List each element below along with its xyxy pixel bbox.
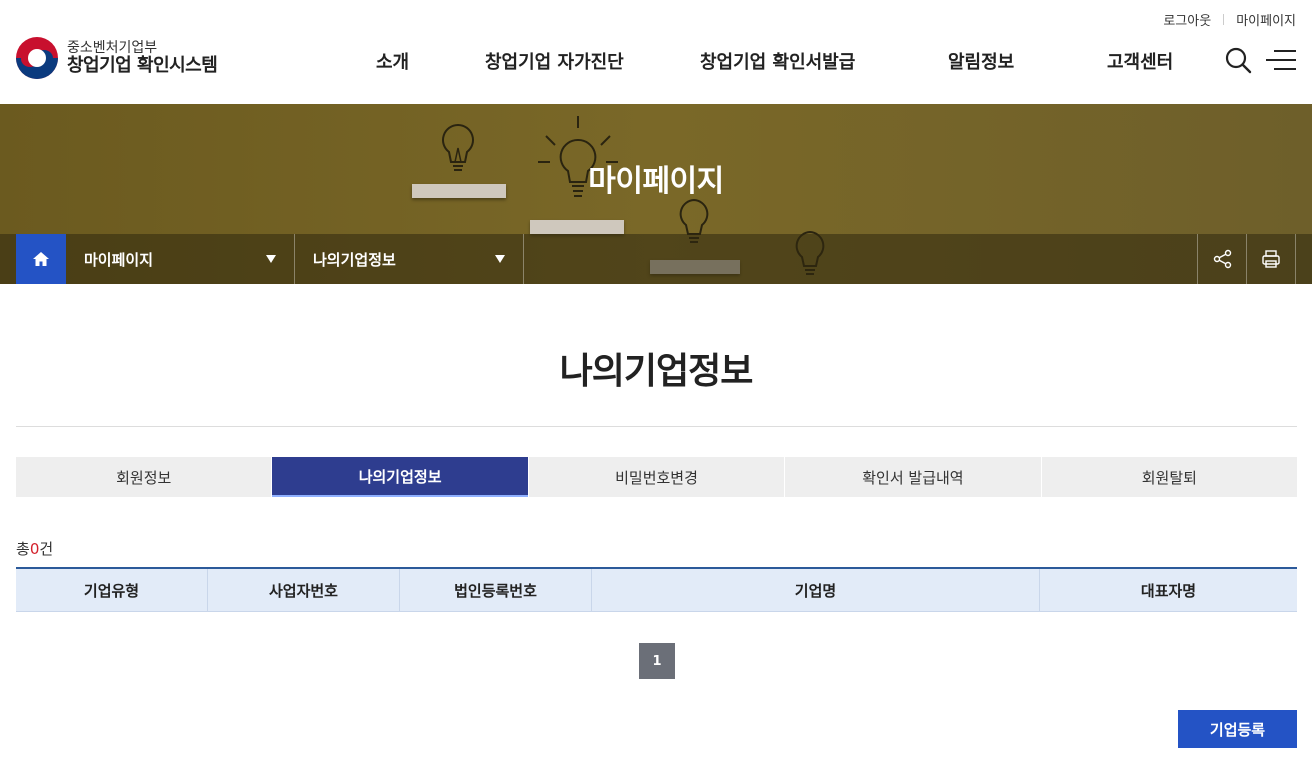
nav-item-certificate-issue[interactable]: 창업기업 확인서발급	[700, 48, 855, 74]
tab-withdraw[interactable]: 회원탈퇴	[1041, 457, 1298, 497]
company-table: 기업유형 사업자번호 법인등록번호 기업명 대표자명	[16, 567, 1297, 612]
search-icon[interactable]	[1224, 46, 1252, 74]
column-header-ceo-name: 대표자명	[1140, 581, 1197, 600]
nav-item-self-diagnosis[interactable]: 창업기업 자가진단	[485, 48, 624, 74]
column-header-company-type: 기업유형	[16, 569, 208, 611]
table-header-row: 기업유형 사업자번호 법인등록번호 기업명 대표자명	[16, 569, 1297, 612]
breadcrumb-depth1-select[interactable]: 마이페이지	[66, 234, 295, 284]
print-button[interactable]	[1246, 234, 1296, 284]
pagination-page-1[interactable]: 1	[639, 643, 675, 679]
banner-title: 마이페이지	[588, 164, 724, 199]
share-icon	[1213, 249, 1231, 269]
nav-item-customer-center[interactable]: 고객센터	[1107, 48, 1173, 74]
title-divider	[16, 426, 1297, 427]
utility-divider	[1223, 14, 1225, 25]
page-title: 나의기업정보	[559, 351, 754, 392]
total-count-number: 0	[29, 540, 40, 558]
mypage-tabs: 회원정보 나의기업정보 비밀번호변경 확인서 발급내역 회원탈퇴	[16, 457, 1298, 497]
wood-plank	[530, 220, 624, 234]
column-header-corporate-number: 법인등록번호	[400, 569, 592, 611]
site-header: 로그아웃 마이페이지 중소벤처기업부 창업기업 확인시스템 소개 창업기업 자가…	[0, 0, 1312, 104]
column-header-business-number: 사업자번호	[208, 569, 400, 611]
logout-link[interactable]: 로그아웃	[1163, 10, 1211, 29]
register-company-button[interactable]: 기업등록	[1178, 710, 1297, 748]
printer-icon	[1262, 250, 1280, 268]
total-count: 총0건	[16, 540, 54, 558]
main-nav: 소개 창업기업 자가진단 창업기업 확인서발급 알림정보 고객센터	[0, 48, 1312, 76]
mypage-link[interactable]: 마이페이지	[1236, 10, 1296, 29]
hamburger-menu-icon[interactable]	[1266, 48, 1296, 72]
breadcrumb: 마이페이지 나의기업정보	[0, 234, 1312, 284]
utility-nav: 로그아웃 마이페이지	[1163, 10, 1296, 29]
home-icon	[33, 252, 49, 266]
share-button[interactable]	[1197, 234, 1247, 284]
breadcrumb-depth2-label: 나의기업정보	[313, 250, 396, 269]
tab-member-info[interactable]: 회원정보	[16, 457, 272, 497]
caret-down-icon	[495, 255, 505, 263]
tab-my-company-info[interactable]: 나의기업정보	[272, 457, 528, 497]
page-banner: 마이페이지 마이페이지 나의기업정보	[0, 104, 1312, 284]
tab-change-password[interactable]: 비밀번호변경	[528, 457, 785, 497]
tab-certificate-history[interactable]: 확인서 발급내역	[785, 457, 1041, 497]
breadcrumb-depth1-label: 마이페이지	[84, 250, 154, 269]
breadcrumb-depth2-select[interactable]: 나의기업정보	[295, 234, 524, 284]
home-button[interactable]	[16, 234, 66, 284]
nav-item-notice[interactable]: 알림정보	[948, 48, 1014, 74]
nav-item-intro[interactable]: 소개	[376, 48, 409, 74]
caret-down-icon	[266, 255, 276, 263]
column-header-company-name: 기업명	[592, 569, 1040, 611]
